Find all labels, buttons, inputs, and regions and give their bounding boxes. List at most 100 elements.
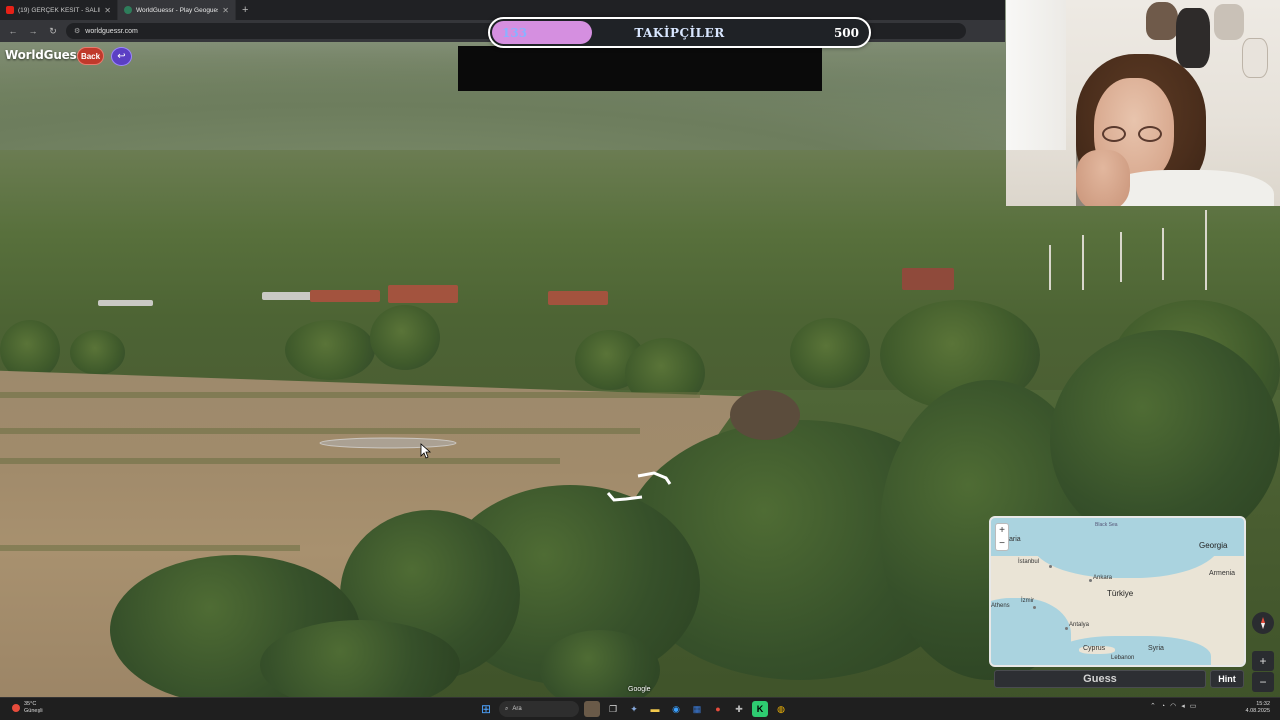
back-arrow-icon[interactable]: ←	[6, 26, 20, 36]
app-icon[interactable]: ✚	[731, 701, 747, 717]
taskbar: 35°C Güneşli ⊞ ⌕ Ara ❐ ✦ ▬ ◉ ▦ ● ✚ K ◍ ⌃…	[0, 697, 1280, 720]
reload-icon[interactable]: ↻	[46, 26, 60, 37]
windows-start-icon[interactable]: ⊞	[478, 701, 494, 717]
kick-icon[interactable]: K	[752, 701, 768, 717]
field-furrow	[0, 392, 700, 398]
forward-arrow-icon[interactable]: →	[26, 26, 40, 36]
weather-icon	[12, 704, 20, 712]
webcam-bag	[1146, 2, 1178, 40]
overlay-black-box	[458, 46, 822, 91]
clock[interactable]: 15:32 4.08.2025	[1246, 701, 1270, 715]
map-label-syria: Syria	[1148, 645, 1164, 652]
zoom-in-icon[interactable]: +	[999, 525, 1005, 536]
webcam-window	[1006, 0, 1066, 150]
new-tab-icon[interactable]: +	[236, 4, 254, 16]
network-icon[interactable]: ◔	[1161, 703, 1165, 710]
worldguessr-icon	[124, 6, 132, 14]
task-view-icon[interactable]: ❐	[605, 701, 621, 717]
system-tray: ⌃ ◔ ◠ ◂ ▭	[1150, 702, 1197, 711]
close-tab-icon[interactable]: ✕	[222, 6, 229, 15]
hint-button[interactable]: Hint	[1210, 670, 1244, 688]
utility-pole	[1082, 235, 1084, 290]
map-city-dot	[1049, 565, 1052, 568]
map-label-turkiye: Türkiye	[1107, 589, 1134, 598]
widgets-icon[interactable]	[584, 701, 600, 717]
weather-temp: 35°C	[24, 701, 37, 707]
follower-goal-bar: 133 TAKİPÇİLER 500	[488, 17, 871, 48]
search-label: Ara	[512, 706, 522, 712]
map-city-dot	[1089, 579, 1092, 582]
guess-controls: Guess Hint	[994, 670, 1244, 688]
site-info-icon[interactable]: ⚙	[74, 27, 80, 35]
tab-youtube[interactable]: (19) GERÇEK KESİT - SALINCAK ✕	[0, 0, 118, 20]
file-explorer-icon[interactable]: ▬	[647, 701, 663, 717]
utility-pole	[1205, 210, 1207, 290]
map-city-dot	[1065, 627, 1068, 630]
return-arrow-icon: ↩	[117, 51, 126, 62]
tree	[0, 320, 60, 380]
field-furrow	[0, 545, 300, 551]
weather-widget[interactable]: 35°C Güneşli	[12, 701, 43, 715]
street-view-link-ellipse[interactable]	[318, 436, 458, 450]
app-icon[interactable]: ●	[710, 701, 726, 717]
house-roof	[98, 300, 153, 306]
compass-icon[interactable]	[1252, 612, 1274, 634]
map-label-black-sea: Black Sea	[1095, 522, 1118, 528]
clock-date: 4.08.2025	[1245, 708, 1270, 714]
black-sea	[1031, 518, 1221, 578]
utility-pole	[1162, 228, 1164, 280]
utility-pole	[1049, 245, 1051, 290]
utility-pole	[1120, 232, 1122, 282]
youtube-icon	[6, 6, 14, 14]
mouse-cursor-icon	[420, 443, 432, 459]
zoom-out-icon[interactable]: −	[999, 538, 1005, 549]
house-roof	[902, 268, 954, 290]
chrome-icon[interactable]: ◍	[773, 701, 789, 717]
battery-icon[interactable]: ▭	[1190, 702, 1197, 710]
wifi-icon[interactable]: ◠	[1170, 702, 1176, 710]
map-label-athens: Athens	[991, 603, 1010, 609]
copilot-icon[interactable]: ✦	[626, 701, 642, 717]
goal-label: TAKİPÇİLER	[634, 26, 725, 40]
webcam-bag	[1214, 4, 1244, 40]
tree	[370, 305, 440, 370]
street-zoom-out-icon[interactable]: −	[1252, 672, 1274, 692]
map-city-dot	[1033, 606, 1036, 609]
map-label-cyprus: Cyprus	[1083, 645, 1106, 652]
weather-desc: Güneşli	[24, 708, 43, 714]
dead-tree	[730, 390, 800, 440]
store-icon[interactable]: ▦	[689, 701, 705, 717]
chevron-up-icon[interactable]: ⌃	[1150, 702, 1156, 710]
url-text: worldguessr.com	[85, 27, 138, 35]
taskbar-search[interactable]: ⌕ Ara	[499, 701, 579, 717]
street-view-back-arrow[interactable]	[604, 490, 644, 506]
map-label-izmir: İzmir	[1021, 598, 1034, 604]
volume-icon[interactable]: ◂	[1181, 702, 1185, 710]
street-zoom-in-icon[interactable]: +	[1252, 651, 1274, 671]
tree	[790, 318, 870, 388]
guess-map[interactable]: Black Sea Bulgaria İstanbul Ankara Türki…	[989, 516, 1246, 667]
screen: (19) GERÇEK KESİT - SALINCAK ✕ WorldGues…	[0, 0, 1280, 720]
clock-time: 15:32	[1256, 701, 1270, 707]
field-furrow	[0, 428, 640, 434]
streamer-glasses	[1102, 126, 1166, 142]
back-button[interactable]: Back	[77, 47, 104, 65]
tab-worldguessr[interactable]: WorldGuessr - Play Geoguessr ✕	[118, 0, 236, 20]
tree	[70, 330, 125, 375]
return-to-start-button[interactable]: ↩	[111, 47, 132, 66]
field-furrow	[0, 458, 560, 464]
map-label-istanbul: İstanbul	[1018, 559, 1040, 565]
close-tab-icon[interactable]: ✕	[104, 6, 111, 15]
street-view-forward-arrow[interactable]	[636, 470, 676, 486]
house-roof	[388, 285, 458, 303]
map-label-armenia: Armenia	[1209, 570, 1236, 577]
map-zoom-control: + −	[995, 523, 1009, 551]
tab-label: (19) GERÇEK KESİT - SALINCAK	[18, 6, 100, 14]
webcam-overlay	[1006, 0, 1280, 206]
tree	[285, 320, 375, 380]
guess-button[interactable]: Guess	[994, 670, 1206, 688]
map-label-lebanon: Lebanon	[1111, 655, 1135, 661]
search-icon: ⌕	[505, 705, 509, 712]
webcam-bag	[1176, 8, 1210, 68]
edge-icon[interactable]: ◉	[668, 701, 684, 717]
